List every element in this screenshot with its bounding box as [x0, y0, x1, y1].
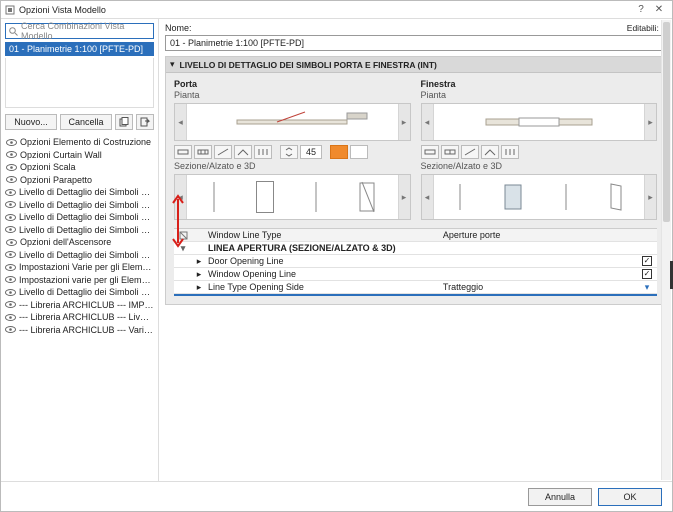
caret-down-icon: ▾ [170, 59, 175, 70]
eye-icon [5, 201, 16, 208]
porta-toolbar: 45 [174, 145, 411, 159]
nome-input[interactable]: 01 - Planimetrie 1:100 [PFTE-PD] [165, 35, 666, 51]
eye-icon [5, 164, 17, 171]
eye-icon [5, 176, 17, 183]
tree-item[interactable]: Livello di Dettaglio dei Simboli Scala e… [5, 199, 154, 212]
eye-icon [5, 239, 17, 246]
prev-arrow-left[interactable]: ◂ [175, 104, 187, 140]
eye-icon [5, 189, 16, 196]
eye-icon [5, 326, 16, 333]
tb-color[interactable] [350, 145, 368, 159]
right-pane: Nome: Editabili: 1 01 - Planimetrie 1:10… [159, 19, 672, 481]
search-icon [9, 27, 18, 36]
tb-stepper[interactable] [280, 145, 298, 159]
finestra-column: Finestra Pianta ◂ ▸ Sezione/Alzato [421, 79, 658, 220]
checkbox[interactable]: ✓ [642, 256, 652, 266]
eye-icon [5, 139, 17, 146]
detail-panel: ▾ LIVELLO DI DETTAGLIO DEI SIMBOLI PORTA… [165, 56, 666, 305]
eye-icon [5, 151, 17, 158]
grid-section-title[interactable]: ▾ LINEA APERTURA (SEZIONE/ALZATO & 3D) [174, 242, 657, 255]
cancella-button: Cancella [60, 114, 112, 130]
combo-selected[interactable]: 01 - Planimetrie 1:100 [PFTE-PD] [5, 42, 154, 56]
porta-column: Porta Pianta ◂ ▸ [174, 79, 411, 220]
search-placeholder: Cerca Combinazioni Vista Modello [21, 21, 150, 41]
tree-item[interactable]: Livello di Dettaglio dei Simboli Porta, … [5, 249, 154, 262]
tb-icon[interactable] [194, 145, 212, 159]
tb-color[interactable] [330, 145, 348, 159]
settings-grid: Window Line Type Aperture porte ▾ LINEA … [174, 228, 657, 296]
eye-icon [5, 276, 16, 283]
eye-icon [5, 226, 16, 233]
accordion-header[interactable]: ▾ LIVELLO DI DETTAGLIO DEI SIMBOLI PORTA… [166, 57, 665, 73]
tree-item[interactable]: --- Libreria ARCHICLUB --- Livello di De… [5, 311, 154, 324]
finestra-toolbar [421, 145, 658, 159]
close-button[interactable]: ✕ [650, 2, 668, 18]
options-tree[interactable]: Opzioni Elemento di CostruzioneOpzioni C… [5, 136, 154, 481]
eye-icon [5, 264, 16, 271]
finestra-3d-preview[interactable]: ◂ ▸ [421, 174, 658, 220]
tree-item[interactable]: Impostazioni Varie per gli Elementi di L… [5, 261, 154, 274]
combo-list-area [5, 58, 154, 108]
nome-label: Nome: [165, 23, 192, 33]
tree-item[interactable]: Livello di Dettaglio dei Simboli di Luce… [5, 286, 154, 299]
eye-icon [5, 289, 16, 296]
grid-row[interactable]: ▸ Line Type Opening Side Tratteggio ▾ [174, 281, 657, 294]
grid-row[interactable]: ▸ Door Opening Line ✓ [174, 255, 657, 268]
nuovo-button[interactable]: Nuovo... [5, 114, 57, 130]
porta-pianta-preview[interactable]: ◂ ▸ [174, 103, 411, 141]
scrollbar[interactable] [661, 20, 671, 480]
tb-icon[interactable] [174, 145, 192, 159]
finestra-pianta-preview[interactable]: ◂ ▸ [421, 103, 658, 141]
annulla-button[interactable]: Annulla [528, 488, 592, 506]
tb-icon[interactable] [214, 145, 232, 159]
eye-icon [5, 301, 16, 308]
eye-icon [5, 251, 16, 258]
tree-item[interactable]: Opzioni Curtain Wall [5, 149, 154, 162]
footer: Annulla OK [1, 481, 672, 511]
checkbox[interactable]: ✓ [642, 269, 652, 279]
porta-3d-preview[interactable]: ◂ ▸ [174, 174, 411, 220]
ok-button[interactable]: OK [598, 488, 662, 506]
tree-item[interactable]: Livello di Dettaglio dei Simboli Scala e… [5, 186, 154, 199]
tb-icon[interactable] [234, 145, 252, 159]
tree-item[interactable]: Livello di Dettaglio dei Simboli di Port… [5, 211, 154, 224]
export-button[interactable] [136, 114, 154, 130]
tb-icon[interactable] [254, 145, 272, 159]
left-pane: Cerca Combinazioni Vista Modello 01 - Pl… [1, 19, 159, 481]
eye-icon [5, 314, 16, 321]
door-plan-icon [227, 109, 357, 135]
tree-item[interactable]: Impostazioni varie per gli Elementi di L… [5, 274, 154, 287]
window-title: Opzioni Vista Modello [19, 5, 106, 15]
tree-item[interactable]: Opzioni dell'Ascensore [5, 236, 154, 249]
help-button[interactable]: ? [632, 2, 650, 18]
prev-arrow-right[interactable]: ▸ [398, 104, 410, 140]
eye-icon [5, 214, 16, 221]
tree-item[interactable]: Livello di Dettaglio dei Simboli Porta e… [5, 224, 154, 237]
titlebar: Opzioni Vista Modello ? ✕ [1, 1, 672, 19]
tb-value[interactable]: 45 [300, 145, 322, 159]
tree-item[interactable]: Opzioni Scala [5, 161, 154, 174]
duplicate-button[interactable] [115, 114, 133, 130]
search-input[interactable]: Cerca Combinazioni Vista Modello [5, 23, 154, 39]
tree-item[interactable]: Opzioni Elemento di Costruzione [5, 136, 154, 149]
tree-item[interactable]: --- Libreria ARCHICLUB --- Varianti del … [5, 324, 154, 337]
grid-row[interactable]: ▸ Window Opening Line ✓ [174, 268, 657, 281]
tree-item[interactable]: --- Libreria ARCHICLUB --- IMPOSTAZIONI … [5, 299, 154, 312]
tree-item[interactable]: Opzioni Parapetto [5, 174, 154, 187]
app-icon [5, 5, 15, 15]
grid-header: Window Line Type Aperture porte [174, 229, 657, 242]
